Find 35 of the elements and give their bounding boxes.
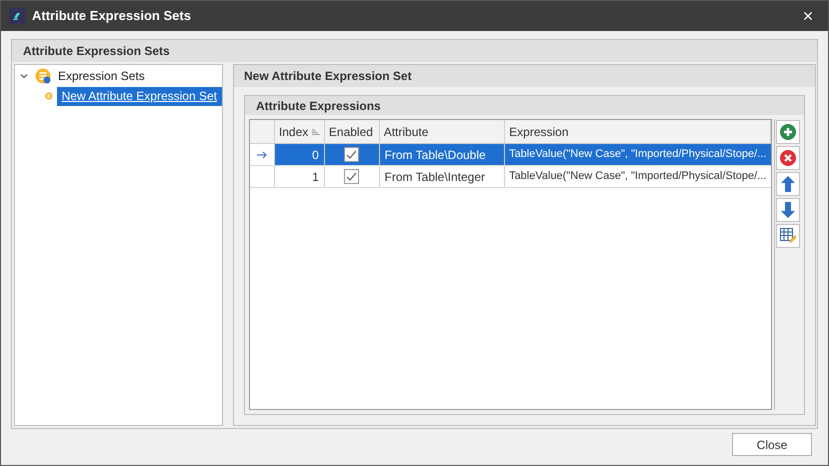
column-header[interactable]: Expression — [505, 120, 771, 143]
table-cell: TableValue("New Case", "Imported/Physical/Stope/... — [505, 144, 771, 165]
close-dialog-button[interactable]: Close — [732, 433, 812, 456]
tree-item[interactable]: New Attribute Expression Set — [56, 86, 222, 106]
plus-icon — [780, 124, 796, 140]
detail-title: New Attribute Expression Set — [234, 65, 815, 87]
table-cell: From Table\Double — [380, 144, 506, 165]
column-header[interactable]: Attribute — [380, 120, 506, 143]
checkbox[interactable] — [344, 169, 360, 184]
section-title: Attribute Expressions — [245, 96, 804, 115]
edit-button[interactable] — [776, 224, 800, 248]
arrow-right-icon — [256, 150, 267, 158]
delete-icon — [780, 150, 796, 166]
add-button[interactable] — [776, 120, 800, 144]
arrow-up-icon — [781, 176, 795, 192]
table-cell-text: TableValue("New Case", "Imported/Physical/Stope/... — [508, 169, 768, 184]
down-button[interactable] — [776, 198, 800, 222]
table-cell: From Table\Integer — [380, 166, 506, 187]
table-edit-icon — [780, 228, 796, 244]
chevron-down-icon[interactable] — [19, 71, 29, 81]
up-button[interactable] — [776, 172, 800, 196]
table-cell: 1 — [274, 166, 325, 187]
column-header[interactable]: Enabled — [324, 120, 380, 143]
remove-button[interactable] — [776, 146, 800, 170]
group-title: Attribute Expression Sets — [12, 40, 817, 62]
window-title: Attribute Expression Sets — [32, 7, 191, 26]
arrow-down-icon — [781, 202, 795, 218]
table-cell: 0 — [274, 144, 325, 165]
close-button[interactable]: × — [796, 7, 820, 25]
column-header[interactable]: Index — [274, 120, 325, 143]
folder-list-icon — [35, 68, 51, 84]
tree-item[interactable]: Expression Sets — [55, 66, 148, 86]
sort-icon — [312, 128, 320, 136]
checkbox[interactable] — [344, 147, 360, 162]
app-logo-icon — [9, 8, 25, 24]
